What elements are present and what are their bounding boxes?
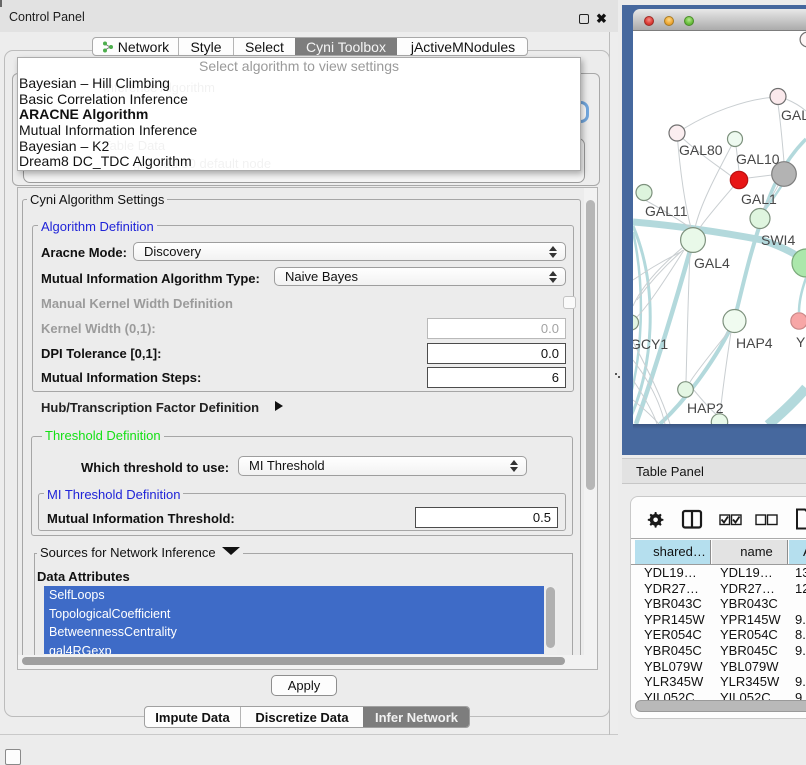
svg-text:YD: YD [796, 334, 806, 350]
svg-text:GAL80: GAL80 [679, 142, 723, 158]
svg-text:GAL1: GAL1 [741, 191, 777, 207]
svg-text:HAP4: HAP4 [736, 335, 773, 351]
svg-text:GCY1: GCY1 [633, 336, 668, 352]
svg-text:GAL7: GAL7 [781, 107, 806, 123]
svg-text:GAL11: GAL11 [645, 203, 688, 219]
svg-text:SWI4: SWI4 [761, 232, 795, 248]
svg-text:GAL10: GAL10 [736, 151, 780, 167]
svg-text:GAL4: GAL4 [694, 255, 730, 271]
svg-text:HAP2: HAP2 [687, 400, 724, 416]
